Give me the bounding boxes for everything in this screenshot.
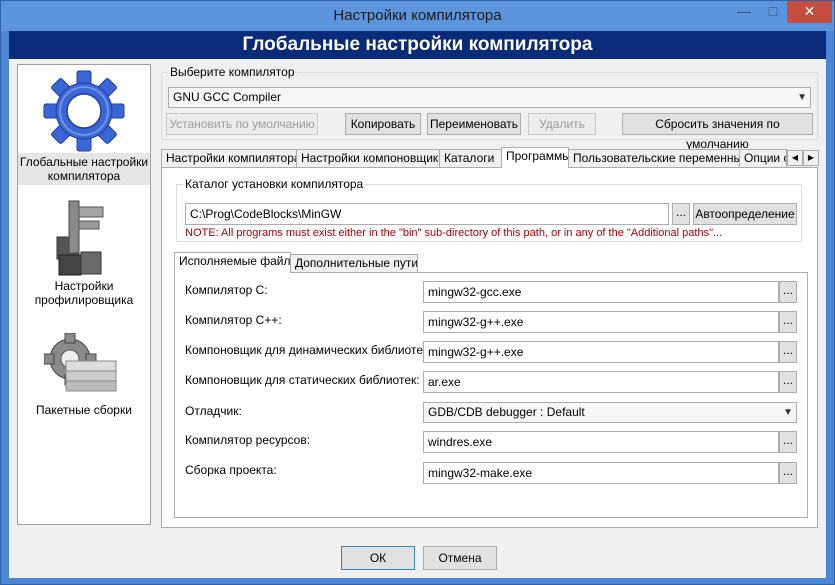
reset-defaults-button[interactable]: Сбросить значения по умолчанию — [622, 113, 813, 151]
tab-other-options[interactable]: Опции с — [739, 149, 787, 167]
delete-button[interactable]: Удалить — [528, 113, 596, 135]
install-dir-input[interactable]: C:\Prog\CodeBlocks\MinGW — [185, 203, 669, 225]
tab-directories[interactable]: Каталоги — [439, 149, 502, 167]
dynamic-linker-input[interactable]: mingw32-g++.exe — [423, 341, 779, 363]
static-linker-browse-button[interactable]: ... — [779, 371, 797, 393]
debugger-dropdown[interactable]: GDB/CDB debugger : Default ▼ — [423, 402, 797, 423]
cancel-button[interactable]: Отмена — [423, 546, 497, 570]
install-dir-browse-button[interactable]: ... — [672, 203, 690, 225]
minimize-button[interactable]: — — [729, 1, 759, 23]
program-label: Отладчик: — [185, 404, 242, 418]
cpp-compiler-browse-button[interactable]: ... — [779, 311, 797, 333]
profiler-icon — [56, 200, 104, 276]
tab-custom-variables[interactable]: Пользовательские переменные — [568, 149, 740, 167]
settings-sidebar: Глобальные настройки компилятора Настрой… — [17, 64, 151, 525]
dynamic-linker-browse-button[interactable]: ... — [779, 341, 797, 363]
programs-tab-page: Каталог установки компилятора C:\Prog\Co… — [161, 167, 818, 528]
gear-icon — [43, 70, 125, 152]
install-dir-group-title: Каталог установки компилятора — [183, 177, 366, 191]
compiler-select-group-title: Выберите компилятор — [168, 65, 297, 79]
compiler-dropdown[interactable]: GNU GCC Compiler ▼ — [168, 87, 811, 108]
c-compiler-input[interactable]: mingw32-gcc.exe — [423, 281, 779, 303]
program-label: Компилятор C: — [185, 283, 268, 297]
sidebar-item-label: Настройки профилировщика — [34, 279, 134, 307]
debugger-dropdown-value: GDB/CDB debugger : Default — [428, 405, 585, 419]
tab-programs[interactable]: Программы — [501, 147, 569, 168]
copy-button[interactable]: Копировать — [345, 113, 421, 135]
compiler-dropdown-value: GNU GCC Compiler — [173, 90, 282, 104]
tab-scroll-right-button[interactable]: ▶ — [803, 150, 819, 166]
sidebar-item-global-compiler[interactable]: Глобальные настройки компилятора — [18, 69, 150, 185]
chevron-down-icon: ▼ — [783, 407, 793, 418]
compiler-select-group: Выберите компилятор GNU GCC Compiler ▼ У… — [161, 65, 818, 151]
batch-build-icon — [44, 333, 117, 392]
program-label: Компоновщик для динамических библиотек: — [185, 343, 432, 357]
tab-scroll-left-button[interactable]: ◀ — [787, 150, 803, 166]
settings-banner: Глобальные настройки компилятора — [9, 31, 826, 59]
cpp-compiler-input[interactable]: mingw32-g++.exe — [423, 311, 779, 333]
program-label: Компилятор C++: — [185, 313, 282, 327]
autodetect-button[interactable]: Автоопределение — [693, 203, 797, 225]
executables-tab-page: Компилятор C: mingw32-gcc.exe ... Компил… — [174, 272, 808, 518]
tab-executables[interactable]: Исполняемые файлы — [174, 252, 291, 273]
tab-additional-paths[interactable]: Дополнительные пути — [290, 254, 418, 272]
maximize-button[interactable]: □ — [759, 1, 787, 23]
rename-button[interactable]: Переименовать — [427, 113, 521, 135]
program-label: Сборка проекта: — [185, 463, 277, 477]
install-dir-group: Каталог установки компилятора C:\Prog\Co… — [176, 177, 802, 242]
compiler-settings-window: Настройки компилятора — □ ✕ Глобальные н… — [0, 0, 835, 585]
program-label: Компилятор ресурсов: — [185, 433, 311, 447]
title-bar[interactable]: Настройки компилятора — □ ✕ — [1, 1, 834, 31]
main-tab-strip: Настройки компилятора Настройки компонов… — [159, 147, 820, 168]
close-button[interactable]: ✕ — [787, 1, 832, 23]
sidebar-item-label: Пакетные сборки — [36, 403, 132, 417]
c-compiler-browse-button[interactable]: ... — [779, 281, 797, 303]
make-program-input[interactable]: mingw32-make.exe — [423, 462, 779, 484]
sidebar-item-profiler[interactable]: Настройки профилировщика — [18, 197, 150, 309]
chevron-down-icon: ▼ — [797, 92, 807, 103]
set-default-button[interactable]: Установить по умолчанию — [166, 113, 318, 135]
dialog-client: Глобальные настройки компилятора Настрой… — [9, 59, 826, 578]
install-dir-note: NOTE: All programs must exist either in … — [185, 227, 723, 239]
sidebar-item-label: Глобальные настройки компилятора — [18, 153, 150, 185]
window-title: Настройки компилятора — [333, 7, 502, 24]
make-program-browse-button[interactable]: ... — [779, 462, 797, 484]
resource-compiler-browse-button[interactable]: ... — [779, 431, 797, 453]
settings-panel: Выберите компилятор GNU GCC Compiler ▼ У… — [159, 59, 820, 528]
program-label: Компоновщик для статических библиотек: — [185, 373, 420, 387]
sidebar-item-batch-builds[interactable]: Пакетные сборки — [18, 333, 150, 419]
static-linker-input[interactable]: ar.exe — [423, 371, 779, 393]
tab-linker-settings[interactable]: Настройки компоновщика — [296, 149, 440, 167]
tab-compiler-settings[interactable]: Настройки компилятора — [161, 149, 297, 167]
ok-button[interactable]: ОК — [341, 546, 415, 570]
resource-compiler-input[interactable]: windres.exe — [423, 431, 779, 453]
